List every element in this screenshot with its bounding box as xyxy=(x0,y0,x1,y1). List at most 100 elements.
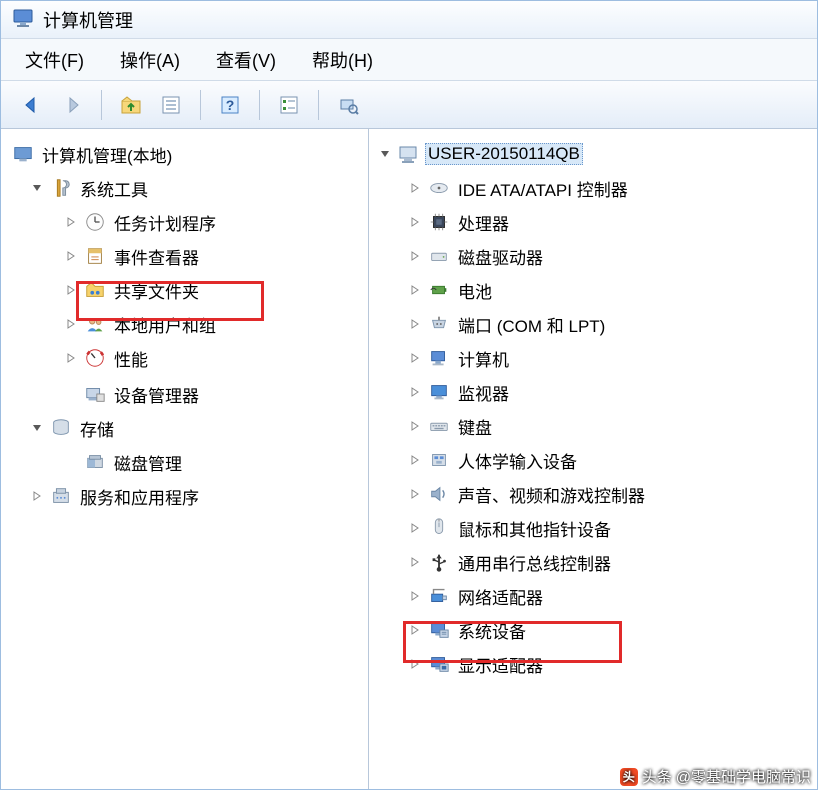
toolbar: ? xyxy=(1,81,817,129)
expander-closed-icon[interactable] xyxy=(407,180,423,196)
expander-closed-icon[interactable] xyxy=(407,520,423,536)
expander-closed-icon[interactable] xyxy=(63,316,79,332)
device-keyboard[interactable]: 键盘 xyxy=(407,409,813,443)
tree-system-tools[interactable]: 系统工具 xyxy=(29,171,364,205)
device-label: 声音、视频和游戏控制器 xyxy=(455,481,648,508)
tree-local-users[interactable]: 本地用户和组 xyxy=(63,307,364,341)
help-button[interactable]: ? xyxy=(213,88,247,122)
device-label: 计算机 xyxy=(455,345,512,372)
device-label: 键盘 xyxy=(455,413,495,440)
watermark-prefix: 头条 xyxy=(642,766,672,787)
expander-none xyxy=(63,386,79,402)
network-adapter-icon xyxy=(427,584,451,608)
device-manager-label: 设备管理器 xyxy=(111,381,202,408)
up-folder-button[interactable] xyxy=(114,88,148,122)
expander-open-icon[interactable] xyxy=(29,420,45,436)
tree-event-viewer[interactable]: 事件查看器 xyxy=(63,239,364,273)
tree-storage[interactable]: 存储 xyxy=(29,411,364,445)
expander-closed-icon[interactable] xyxy=(63,282,79,298)
device-label: 系统设备 xyxy=(455,617,529,644)
expander-closed-icon[interactable] xyxy=(407,452,423,468)
mouse-icon xyxy=(427,516,451,540)
watermark-text: @零基础学电脑常识 xyxy=(676,766,811,787)
device-monitor[interactable]: 监视器 xyxy=(407,375,813,409)
device-label: 处理器 xyxy=(455,209,512,236)
expander-closed-icon[interactable] xyxy=(407,248,423,264)
expander-closed-icon[interactable] xyxy=(63,248,79,264)
menu-action[interactable]: 操作(A) xyxy=(120,47,180,73)
tree-device-manager[interactable]: 设备管理器 xyxy=(63,377,364,411)
expander-closed-icon[interactable] xyxy=(407,350,423,366)
expander-closed-icon[interactable] xyxy=(407,282,423,298)
list-view-button[interactable] xyxy=(272,88,306,122)
expander-closed-icon[interactable] xyxy=(407,316,423,332)
device-ports[interactable]: 端口 (COM 和 LPT) xyxy=(407,307,813,341)
device-ide[interactable]: IDE ATA/ATAPI 控制器 xyxy=(407,171,813,205)
performance-icon xyxy=(83,346,107,370)
device-root[interactable]: USER-20150114QB xyxy=(377,137,813,171)
toolbar-separator xyxy=(200,90,201,120)
device-usb[interactable]: 通用串行总线控制器 xyxy=(407,545,813,579)
speaker-icon xyxy=(427,482,451,506)
expander-closed-icon[interactable] xyxy=(407,418,423,434)
device-label: 显示适配器 xyxy=(455,651,546,678)
shared-folder-icon xyxy=(83,278,107,302)
expander-closed-icon[interactable] xyxy=(407,588,423,604)
expander-closed-icon[interactable] xyxy=(407,486,423,502)
tree-disk-mgmt[interactable]: 磁盘管理 xyxy=(63,445,364,479)
device-hid[interactable]: 人体学输入设备 xyxy=(407,443,813,477)
content-area: 计算机管理(本地) 系统工具 任务计划程序 xyxy=(1,129,817,789)
tree-root-computer-mgmt[interactable]: 计算机管理(本地) xyxy=(11,137,364,171)
tree-services[interactable]: 服务和应用程序 xyxy=(29,479,364,513)
task-scheduler-label: 任务计划程序 xyxy=(111,209,219,236)
device-label: 通用串行总线控制器 xyxy=(455,549,614,576)
device-mouse[interactable]: 鼠标和其他指针设备 xyxy=(407,511,813,545)
device-display[interactable]: 显示适配器 xyxy=(407,647,813,681)
expander-closed-icon[interactable] xyxy=(63,350,79,366)
device-computer[interactable]: 计算机 xyxy=(407,341,813,375)
expander-closed-icon[interactable] xyxy=(407,554,423,570)
device-label: 端口 (COM 和 LPT) xyxy=(455,311,608,338)
expander-open-icon[interactable] xyxy=(29,180,45,196)
expander-closed-icon[interactable] xyxy=(63,214,79,230)
properties-button[interactable] xyxy=(154,88,188,122)
expander-closed-icon[interactable] xyxy=(407,656,423,672)
forward-button[interactable] xyxy=(55,88,89,122)
expander-closed-icon[interactable] xyxy=(29,488,45,504)
system-tools-icon xyxy=(49,176,73,200)
menu-file[interactable]: 文件(F) xyxy=(25,47,84,73)
services-icon xyxy=(49,484,73,508)
tree-task-scheduler[interactable]: 任务计划程序 xyxy=(63,205,364,239)
device-label: 磁盘驱动器 xyxy=(455,243,546,270)
window-title: 计算机管理 xyxy=(43,7,133,33)
device-cpu[interactable]: 处理器 xyxy=(407,205,813,239)
hid-icon xyxy=(427,448,451,472)
disk-drive-icon xyxy=(427,244,451,268)
menu-view[interactable]: 查看(V) xyxy=(216,47,276,73)
back-button[interactable] xyxy=(15,88,49,122)
expander-open-icon[interactable] xyxy=(377,146,393,162)
expander-closed-icon[interactable] xyxy=(407,214,423,230)
computer-icon xyxy=(397,142,421,166)
device-manager-icon xyxy=(83,382,107,406)
app-icon xyxy=(11,5,35,34)
ports-icon xyxy=(427,312,451,336)
device-system[interactable]: 系统设备 xyxy=(407,613,813,647)
users-icon xyxy=(83,312,107,336)
toolbar-separator xyxy=(101,90,102,120)
device-network[interactable]: 网络适配器 xyxy=(407,579,813,613)
device-label: 网络适配器 xyxy=(455,583,546,610)
device-sound[interactable]: 声音、视频和游戏控制器 xyxy=(407,477,813,511)
expander-closed-icon[interactable] xyxy=(407,384,423,400)
menu-help[interactable]: 帮助(H) xyxy=(312,47,373,73)
watermark: 头 头条 @零基础学电脑常识 xyxy=(620,766,811,787)
usb-icon xyxy=(427,550,451,574)
expander-closed-icon[interactable] xyxy=(407,622,423,638)
tree-performance[interactable]: 性能 xyxy=(63,341,364,375)
performance-label: 性能 xyxy=(111,345,151,372)
scan-hardware-button[interactable] xyxy=(331,88,365,122)
tree-shared-folders[interactable]: 共享文件夹 xyxy=(63,273,364,307)
device-battery[interactable]: 电池 xyxy=(407,273,813,307)
shared-folders-label: 共享文件夹 xyxy=(111,277,202,304)
device-disk[interactable]: 磁盘驱动器 xyxy=(407,239,813,273)
